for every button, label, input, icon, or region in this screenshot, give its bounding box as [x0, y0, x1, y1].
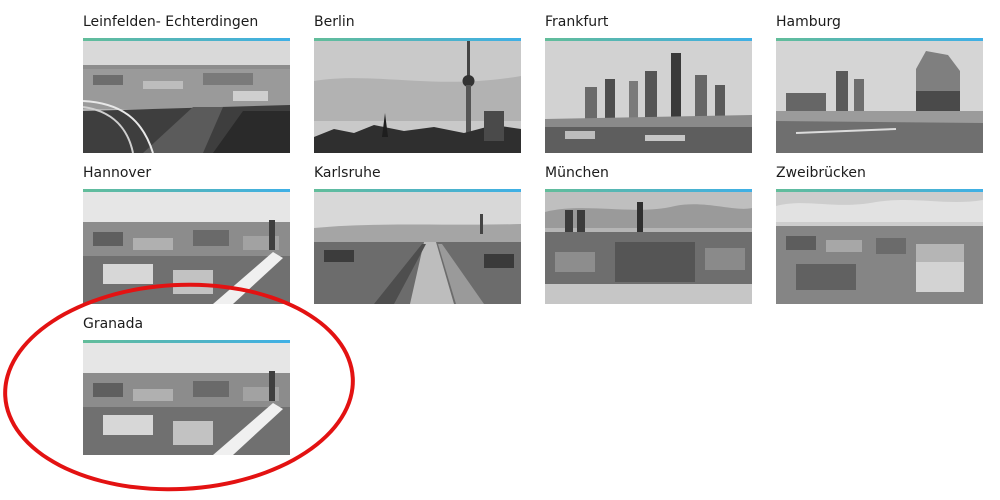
city-image-palace-avenue-aerial [314, 192, 521, 304]
city-selection-page: Leinfelden- Echterdingen Berlin Frankfur… [0, 0, 1000, 500]
city-card-zweibruecken[interactable]: Zweibrücken [776, 163, 983, 304]
city-image-aerial-fields [83, 41, 290, 153]
city-name: München [545, 165, 609, 181]
city-name: Hannover [83, 165, 152, 181]
city-name: Karlsruhe [314, 165, 381, 181]
city-card-granada[interactable]: Granada [83, 314, 290, 455]
city-image-old-town-aerial [83, 343, 290, 455]
city-image-old-town-aerial [83, 192, 290, 304]
city-card-frankfurt[interactable]: Frankfurt [545, 12, 752, 153]
city-image-town-hall-square [545, 192, 752, 304]
city-name: Zweibrücken [776, 165, 866, 181]
city-card-hamburg[interactable]: Hamburg [776, 12, 983, 153]
city-card-leinfelden-echterdingen[interactable]: Leinfelden- Echterdingen [83, 12, 290, 153]
city-image-city-panorama [776, 192, 983, 304]
city-grid: Leinfelden- Echterdingen Berlin Frankfur… [83, 12, 983, 455]
city-name: Berlin [314, 14, 355, 30]
city-image-highrise-skyline [545, 41, 752, 153]
city-name: Granada [83, 316, 144, 332]
city-card-berlin[interactable]: Berlin [314, 12, 521, 153]
city-image-tv-tower-skyline [314, 41, 521, 153]
city-card-muenchen[interactable]: München [545, 163, 752, 304]
city-name: Hamburg [776, 14, 841, 30]
city-name: Leinfelden- Echterdingen [83, 14, 259, 30]
city-image-harbour-concert-hall [776, 41, 983, 153]
city-card-hannover[interactable]: Hannover [83, 163, 290, 304]
city-card-karlsruhe[interactable]: Karlsruhe [314, 163, 521, 304]
city-name: Frankfurt [545, 14, 609, 30]
